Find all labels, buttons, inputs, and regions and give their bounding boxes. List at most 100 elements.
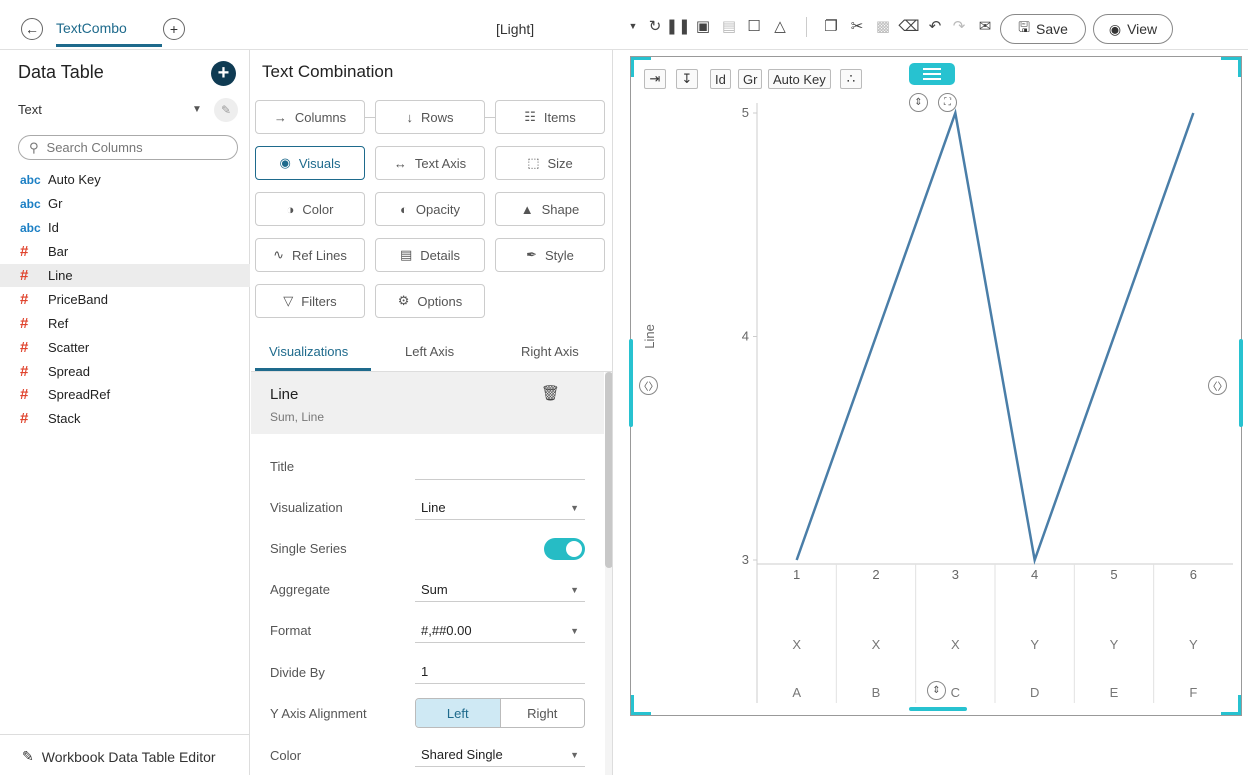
cut-icon[interactable]: ✂	[848, 17, 866, 35]
search-columns-input[interactable]: ⚲ Search Columns	[18, 135, 238, 160]
connector	[485, 117, 495, 118]
column-item[interactable]: # Ref	[0, 311, 250, 335]
scrollbar-thumb[interactable]	[605, 372, 612, 568]
gear-icon: ⚙	[397, 293, 410, 308]
aggregate-select[interactable]: Sum ▼	[415, 578, 585, 602]
workbook-tab-title[interactable]: TextCombo	[56, 20, 127, 36]
add-tab-icon[interactable]: +	[163, 18, 185, 40]
color-button[interactable]: ◑ Color	[255, 192, 365, 226]
divider	[0, 734, 250, 735]
numeric-type-icon: #	[20, 410, 29, 428]
column-item[interactable]: # Scatter	[0, 335, 250, 359]
pause-icon[interactable]: ❚❚	[665, 17, 690, 35]
view-button[interactable]: ◉ View	[1093, 14, 1173, 44]
size-button[interactable]: ⬚ Size	[495, 146, 605, 180]
color-select[interactable]: Shared Single ▼	[415, 743, 585, 767]
column-name: Auto Key	[48, 172, 101, 188]
comment-icon[interactable]: ✉	[976, 17, 994, 35]
paste-icon[interactable]: ▩	[874, 17, 892, 35]
opacity-label: Opacity	[415, 201, 460, 217]
visualization-label: Visualization	[270, 500, 343, 515]
single-series-toggle[interactable]	[544, 538, 585, 560]
column-name: PriceBand	[48, 291, 108, 307]
details-button[interactable]: ▤ Details	[375, 238, 485, 272]
numeric-type-icon: #	[20, 243, 29, 261]
search-placeholder: Search Columns	[46, 140, 143, 155]
text-axis-label: X	[951, 637, 960, 652]
bookmark-icon[interactable]: ☐	[745, 17, 763, 35]
palette-icon: ◑	[286, 201, 295, 217]
search-icon: ⚲	[29, 139, 39, 155]
shape-button[interactable]: ▲ Shape	[495, 192, 605, 226]
x-tick-label: 3	[952, 567, 959, 582]
column-item[interactable]: # SpreadRef	[0, 383, 250, 407]
trash-icon[interactable]: 🗑	[541, 384, 560, 402]
text-type-icon: abc	[20, 196, 41, 211]
data-source-dropdown-icon[interactable]: ▼	[192, 104, 202, 115]
divide-by-input[interactable]: 1	[415, 660, 585, 684]
data-source-select[interactable]: Text	[18, 102, 42, 117]
tab-underline	[56, 44, 162, 47]
color-label: Color	[302, 201, 334, 217]
refresh-icon[interactable]: ↻	[646, 17, 664, 35]
title-input[interactable]	[415, 456, 585, 480]
theme-dropdown-icon[interactable]: ▼	[624, 17, 642, 35]
items-button[interactable]: ☷ Items	[495, 100, 605, 134]
tab-left-axis[interactable]: Left Axis	[405, 344, 454, 359]
column-item[interactable]: # Spread	[0, 359, 250, 383]
theme-selector[interactable]: [Light]	[496, 21, 534, 37]
text-axis-label: X	[792, 637, 801, 652]
alert-bell-icon[interactable]: △	[771, 17, 789, 35]
column-item[interactable]: # PriceBand	[0, 287, 250, 311]
column-item[interactable]: # Line	[0, 263, 250, 288]
column-name: Gr	[48, 196, 63, 212]
opacity-button[interactable]: ◐ Opacity	[375, 192, 485, 226]
save-button[interactable]: 🖫 Save	[1000, 14, 1086, 44]
text-axis-button[interactable]: ↔ Text Axis	[375, 146, 485, 180]
column-item[interactable]: # Stack	[0, 407, 250, 431]
size-label: Size	[547, 155, 573, 171]
column-item[interactable]: # Bar	[0, 240, 250, 264]
shape-label: Shape	[541, 201, 580, 217]
column-item[interactable]: abc Auto Key	[0, 168, 250, 192]
tab-right-axis[interactable]: Right Axis	[521, 344, 579, 359]
chevron-down-icon: ▼	[570, 625, 579, 636]
save-disk-icon: 🖫	[1018, 19, 1030, 35]
workbook-data-table-editor-link[interactable]: ✎ Workbook Data Table Editor	[22, 748, 216, 765]
text-type-icon: abc	[20, 220, 41, 235]
column-item[interactable]: abc Id	[0, 216, 250, 240]
format-select[interactable]: #,##0.00 ▼	[415, 619, 585, 643]
column-item[interactable]: abc Gr	[0, 192, 250, 216]
duplicate-icon[interactable]: ❐	[822, 17, 840, 35]
redo-icon[interactable]: ↷	[950, 17, 968, 35]
column-name: Stack	[48, 411, 81, 427]
columns-button[interactable]: → Columns	[255, 100, 365, 134]
delete-icon[interactable]: ⌫	[898, 17, 919, 35]
tab-visualizations[interactable]: Visualizations	[269, 344, 348, 359]
visualization-select[interactable]: Line ▼	[415, 496, 585, 520]
back-arrow-icon[interactable]: ←	[21, 18, 43, 40]
ref-lines-button[interactable]: ∿ Ref Lines	[255, 238, 365, 272]
y-axis-right-option[interactable]: Right	[501, 699, 585, 727]
undo-icon[interactable]: ↶	[926, 17, 944, 35]
y-axis-title: Line	[642, 324, 657, 349]
pdf-icon[interactable]: ▤	[720, 17, 738, 35]
y-axis-left-option[interactable]: Left	[416, 699, 501, 727]
edit-data-source-icon[interactable]: ✎	[214, 98, 238, 122]
x-tick-label: 6	[1190, 567, 1197, 582]
toolbar-divider	[806, 17, 807, 37]
filters-button[interactable]: ▽ Filters	[255, 284, 365, 318]
details-label: Details	[420, 247, 461, 263]
x-tick-label: 4	[1031, 567, 1038, 582]
snapshot-icon[interactable]: ▣	[694, 17, 712, 35]
items-label: Items	[543, 109, 576, 125]
visuals-button[interactable]: ◉ Visuals	[255, 146, 365, 180]
opacity-icon: ◐	[400, 201, 408, 217]
style-button[interactable]: ✒ Style	[495, 238, 605, 272]
visualization-item-header[interactable]: Line Sum, Line 🗑	[251, 372, 604, 434]
text-axis-label: D	[1030, 685, 1039, 700]
add-data-table-icon[interactable]: +	[211, 61, 236, 86]
options-button[interactable]: ⚙ Options	[375, 284, 485, 318]
rows-button[interactable]: ↓ Rows	[375, 100, 485, 134]
columns-label: Columns	[294, 109, 347, 125]
